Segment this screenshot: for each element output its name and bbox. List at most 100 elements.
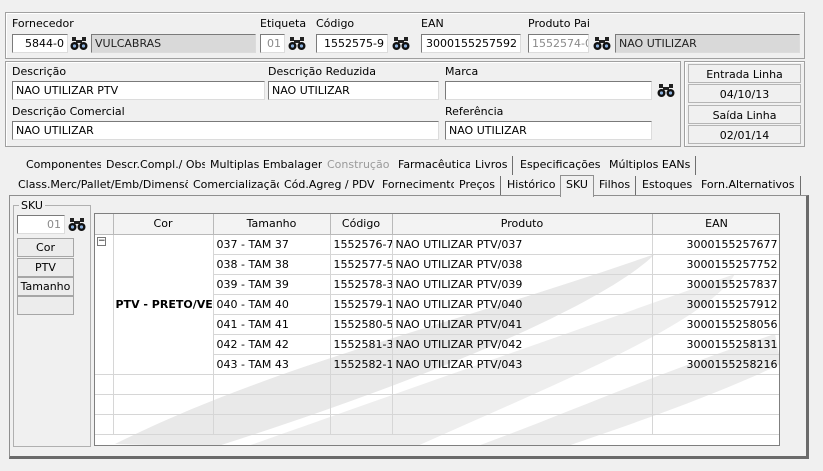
grid-header-row: Cor Tamanho Código Produto EAN <box>95 214 779 235</box>
tab-farmaceutica[interactable]: Farmacêutica <box>393 156 478 175</box>
cell-codigo: 1552578-3 <box>330 274 393 295</box>
tab-fornecimento[interactable]: Fornecimento <box>377 176 464 195</box>
sku-tamanho-button[interactable]: Tamanho <box>17 277 74 296</box>
referencia-label: Referência <box>445 105 504 118</box>
sku-field[interactable]: 01 <box>17 215 65 234</box>
tab-forn-alternativos[interactable]: Forn.Alternativos <box>696 176 801 195</box>
grid-col-codigo[interactable]: Código <box>330 214 393 235</box>
cell-tamanho: 041 - TAM 41 <box>213 314 331 335</box>
produto-pai-label: Produto Pai <box>528 17 590 30</box>
sku-ptv-button[interactable]: PTV <box>17 258 74 277</box>
binoculars-icon <box>288 37 306 50</box>
tab-historico[interactable]: Histórico <box>502 176 562 195</box>
cell-produto: NAO UTILIZAR PTV/039 <box>392 274 653 295</box>
marca-label: Marca <box>445 65 479 78</box>
cell-tamanho: 042 - TAM 42 <box>213 334 331 355</box>
cell-codigo: 1552582-1 <box>330 354 393 375</box>
sku-cor-button[interactable]: Cor <box>17 238 74 257</box>
cell-ean: 3000155257837 <box>652 274 779 295</box>
tab-multiplas-embalagens[interactable]: Multiplas Embalagens <box>205 156 337 175</box>
referencia-field[interactable]: NAO UTILIZAR <box>445 121 652 140</box>
grid-col-ean[interactable]: EAN <box>652 214 779 235</box>
codigo-field[interactable]: 1552575-9 <box>316 34 388 53</box>
tab-class-merc[interactable]: Class.Merc/Pallet/Emb/Dimensões <box>13 176 210 195</box>
cell-ean: 3000155257912 <box>652 294 779 315</box>
cell-ean: 3000155257752 <box>652 254 779 275</box>
descricao-reduzida-label: Descrição Reduzida <box>268 65 377 78</box>
cell-ean: 3000155258131 <box>652 334 779 355</box>
sku-group-label: SKU <box>19 199 45 212</box>
codigo-label: Código <box>316 17 355 30</box>
cell-produto: NAO UTILIZAR PTV/040 <box>392 294 653 315</box>
etiqueta-search-button[interactable] <box>287 34 307 53</box>
binoculars-icon <box>68 218 86 231</box>
cell-ean: 3000155258056 <box>652 314 779 335</box>
descricao-field[interactable]: NAO UTILIZAR PTV <box>12 81 265 100</box>
group-expander-cell: − <box>95 234 114 375</box>
etiqueta-field[interactable]: 01 <box>260 34 285 53</box>
sku-empty-button[interactable] <box>17 296 74 315</box>
binoculars-icon <box>70 37 88 50</box>
fornecedor-search-button[interactable] <box>69 34 89 53</box>
tab-componentes[interactable]: Componentes <box>21 156 109 175</box>
cell-produto: NAO UTILIZAR PTV/043 <box>392 354 653 375</box>
entrada-linha-value: 04/10/13 <box>688 84 801 103</box>
tab-cod-agreg-pdv[interactable]: Cód.Agreg / PDV <box>279 176 381 195</box>
tab-construcao[interactable]: Construção <box>322 156 396 175</box>
etiqueta-label: Etiqueta <box>260 17 307 30</box>
fornecedor-code-field[interactable]: 5844-0 <box>12 34 68 53</box>
tab-especificacoes[interactable]: Especificações <box>515 156 607 175</box>
cell-tamanho: 043 - TAM 43 <box>213 354 331 375</box>
binoculars-icon <box>657 84 675 97</box>
tab-filhos[interactable]: Filhos <box>594 176 637 195</box>
marca-search-button[interactable] <box>656 81 676 100</box>
sku-table: Cor Tamanho Código Produto EAN − PTV - P… <box>95 214 779 435</box>
codigo-search-button[interactable] <box>391 34 411 53</box>
tab-sku[interactable]: SKU <box>560 175 594 197</box>
descricao-comercial-label: Descrição Comercial <box>12 105 125 118</box>
grid-col-cor[interactable]: Cor <box>113 214 214 235</box>
produto-pai-name-field: NAO UTILIZAR <box>615 34 800 53</box>
empty-row <box>95 394 779 415</box>
collapse-icon[interactable]: − <box>97 236 106 246</box>
cell-produto: NAO UTILIZAR PTV/042 <box>392 334 653 355</box>
sku-grid: Cor Tamanho Código Produto EAN − PTV - P… <box>94 213 780 446</box>
sku-search-button[interactable] <box>67 215 87 234</box>
produto-pai-search-button[interactable] <box>592 34 612 53</box>
ean-field[interactable]: 3000155257592 <box>421 34 521 53</box>
empty-row <box>95 414 779 435</box>
produto-pai-code-field[interactable]: 1552574-0 <box>528 34 589 53</box>
grid-col-tamanho[interactable]: Tamanho <box>213 214 331 235</box>
cell-produto: NAO UTILIZAR PTV/041 <box>392 314 653 335</box>
cell-tamanho: 040 - TAM 40 <box>213 294 331 315</box>
cell-produto: NAO UTILIZAR PTV/037 <box>392 234 653 255</box>
cell-codigo: 1552579-1 <box>330 294 393 315</box>
saida-linha-value: 02/01/14 <box>688 125 801 144</box>
ean-label: EAN <box>421 17 444 30</box>
cell-tamanho: 037 - TAM 37 <box>213 234 331 255</box>
cell-codigo: 1552581-3 <box>330 334 393 355</box>
tab-livros[interactable]: Livros <box>470 156 514 175</box>
table-row[interactable]: − PTV - PRETO/VERM 037 - TAM 37 1552576-… <box>95 234 779 375</box>
descricao-label: Descrição <box>12 65 67 78</box>
descricao-reduzida-field[interactable]: NAO UTILIZAR <box>268 81 439 100</box>
grid-col-produto[interactable]: Produto <box>392 214 653 235</box>
tab-precos[interactable]: Preços <box>454 176 501 195</box>
descricao-comercial-field[interactable]: NAO UTILIZAR <box>12 121 439 140</box>
grid-expander-header <box>95 214 114 235</box>
cell-tamanho: 038 - TAM 38 <box>213 254 331 275</box>
marca-field[interactable] <box>445 81 652 100</box>
tab-descr-compl-obs[interactable]: Descr.Compl./ Obs <box>101 156 214 175</box>
binoculars-icon <box>392 37 410 50</box>
cell-ean: 3000155257677 <box>652 234 779 255</box>
empty-row <box>95 374 779 395</box>
binoculars-icon <box>593 37 611 50</box>
cell-codigo: 1552576-7 <box>330 234 393 255</box>
group-cor-cell: PTV - PRETO/VERM <box>113 234 214 375</box>
saida-linha-label: Saída Linha <box>688 105 801 124</box>
tab-estoques[interactable]: Estoques <box>637 176 699 195</box>
tab-comercializacao[interactable]: Comercialização <box>188 176 290 195</box>
cell-codigo: 1552580-5 <box>330 314 393 335</box>
tab-multiplos-eans[interactable]: Múltiplos EANs <box>604 156 697 175</box>
cell-produto: NAO UTILIZAR PTV/038 <box>392 254 653 275</box>
